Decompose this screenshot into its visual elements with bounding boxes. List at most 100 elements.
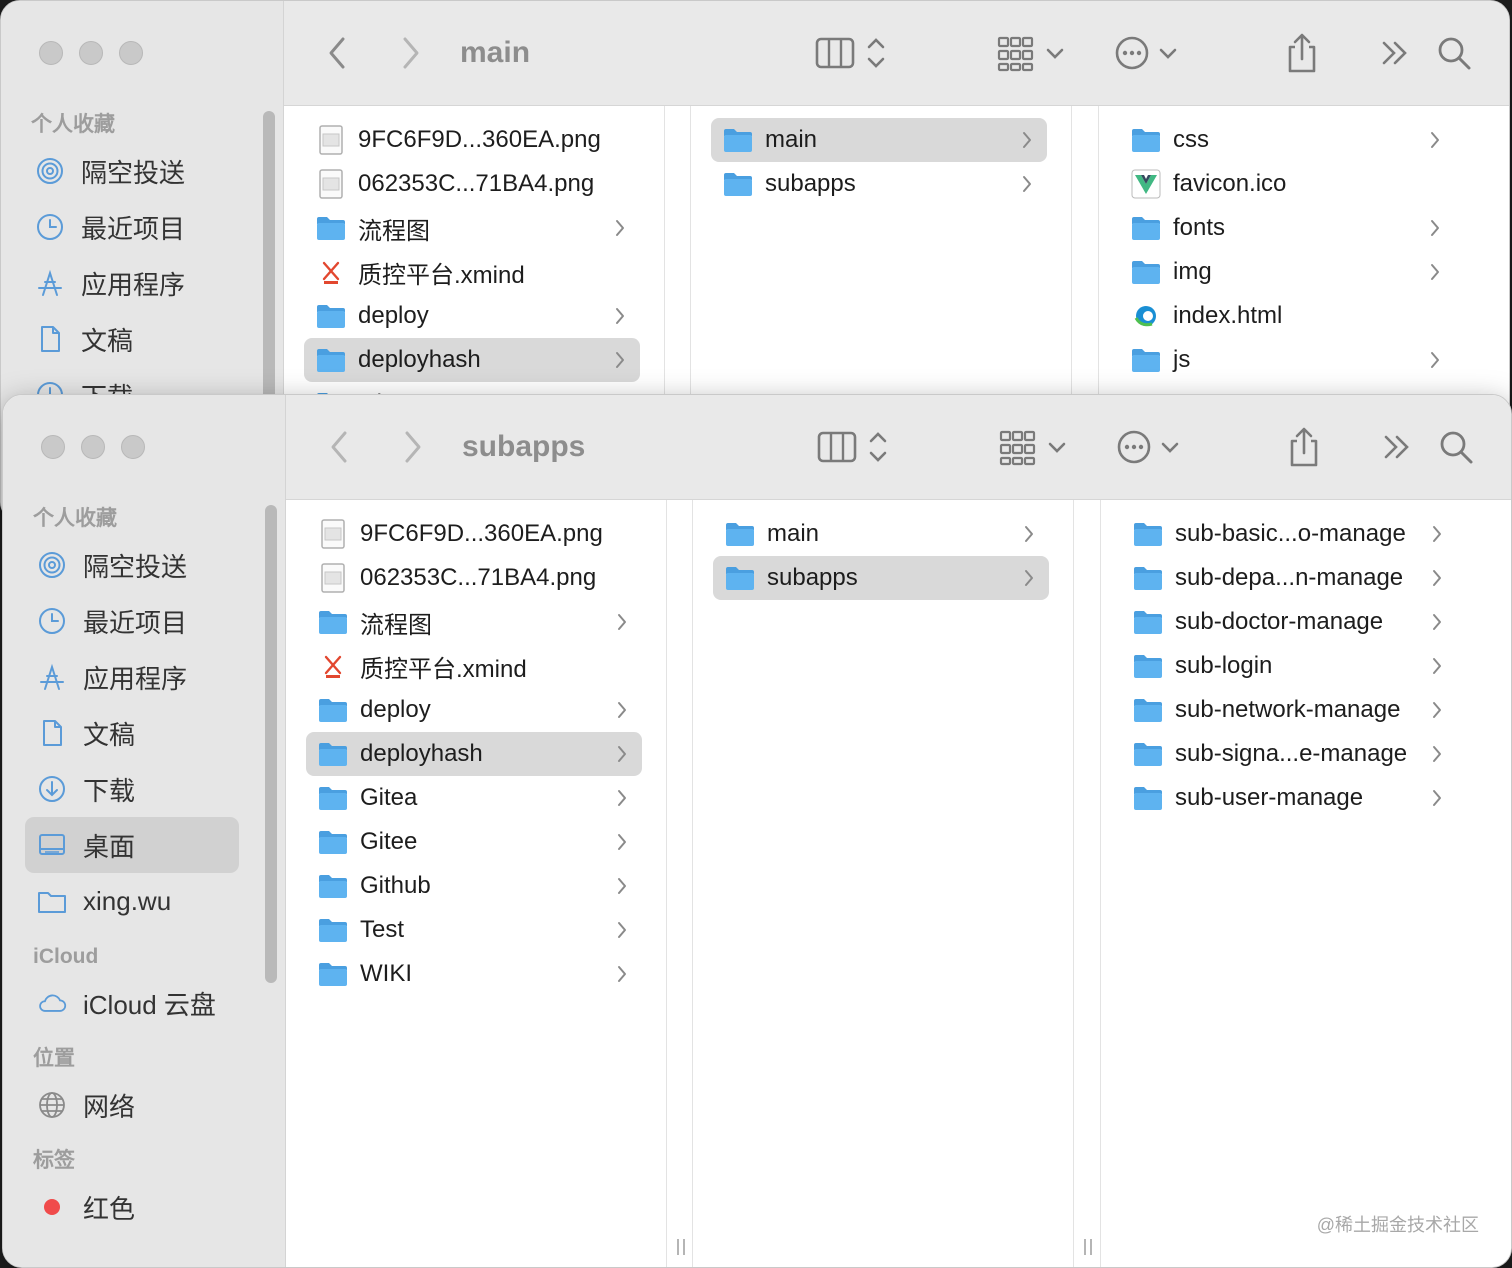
folder-icon (1133, 519, 1163, 549)
window-title: subapps (462, 430, 586, 463)
file-row[interactable]: sub-depa...n-manage (1121, 556, 1457, 600)
applications-icon (37, 662, 67, 692)
file-row[interactable]: deploy (304, 294, 640, 338)
group-button[interactable] (996, 31, 1068, 75)
back-button[interactable] (328, 425, 352, 469)
file-row[interactable]: Gitee (306, 820, 642, 864)
chevron-right-icon (1433, 790, 1441, 806)
file-row[interactable]: subapps (711, 162, 1047, 206)
sidebar-item-label: 红色 (83, 1193, 136, 1224)
forward-button[interactable] (398, 31, 422, 75)
close-button[interactable] (39, 41, 63, 65)
file-row[interactable]: css (1119, 118, 1455, 162)
sidebar-item[interactable]: 桌面 (25, 817, 239, 873)
file-name: Gitee (360, 828, 418, 855)
file-row[interactable]: 质控平台.xmind (304, 250, 640, 294)
search-button[interactable] (1438, 425, 1474, 469)
sidebar-item[interactable]: 隔空投送 (25, 537, 239, 593)
share-button[interactable] (1286, 425, 1322, 469)
file-row[interactable]: 质控平台.xmind (306, 644, 642, 688)
sidebar-item[interactable]: 应用程序 (23, 255, 237, 311)
file-row[interactable]: sub-signa...e-manage (1121, 732, 1457, 776)
desktop-icon (37, 830, 67, 860)
file-row[interactable]: js (1119, 338, 1455, 382)
file-row[interactable]: 流程图 (304, 206, 640, 250)
file-row[interactable]: WIKI (306, 952, 642, 996)
action-menu-button[interactable] (1114, 31, 1180, 75)
sidebar-item-label: iCloud 云盘 (83, 989, 216, 1020)
sidebar-item[interactable]: 文稿 (23, 311, 237, 367)
zoom-button[interactable] (121, 435, 145, 459)
file-name: main (767, 520, 820, 547)
chevron-right-icon (618, 702, 626, 718)
sidebar-item[interactable]: 最近项目 (23, 199, 237, 255)
view-mode-button[interactable] (816, 425, 894, 469)
file-row[interactable]: 062353C...71BA4.png (306, 556, 642, 600)
column-1: 9FC6F9D...360EA.png 062353C...71BA4.png 流程… (286, 500, 685, 1267)
toolbar-overflow-button[interactable] (1380, 31, 1410, 75)
chevron-right-icon (1023, 132, 1031, 148)
close-button[interactable] (41, 435, 65, 459)
sidebar-item[interactable]: 应用程序 (25, 649, 239, 705)
sidebar-item-label: 文稿 (81, 325, 134, 356)
file-name: sub-user-manage (1175, 784, 1364, 811)
view-mode-button[interactable] (814, 31, 892, 75)
file-row[interactable]: index.html (1119, 294, 1455, 338)
folder-icon (316, 345, 346, 375)
file-row[interactable]: 9FC6F9D...360EA.png (306, 512, 642, 556)
folder-icon (725, 563, 755, 593)
file-row[interactable]: Gitea (306, 776, 642, 820)
file-row[interactable]: main (711, 118, 1047, 162)
file-row[interactable]: sub-login (1121, 644, 1457, 688)
file-row[interactable]: subapps (713, 556, 1049, 600)
sidebar-scrollbar[interactable] (263, 111, 275, 401)
sidebar-item-label: 桌面 (83, 831, 136, 862)
file-row[interactable]: sub-doctor-manage (1121, 600, 1457, 644)
file-row[interactable]: favicon.ico (1119, 162, 1455, 206)
file-row[interactable]: 9FC6F9D...360EA.png (304, 118, 640, 162)
search-button[interactable] (1436, 31, 1472, 75)
file-row[interactable]: 062353C...71BA4.png (304, 162, 640, 206)
minimize-button[interactable] (81, 435, 105, 459)
share-button[interactable] (1284, 31, 1320, 75)
folder-icon (318, 871, 348, 901)
sidebar-item[interactable]: 最近项目 (25, 593, 239, 649)
file-row[interactable]: deployhash (304, 338, 640, 382)
toolbar-overflow-button[interactable] (1382, 425, 1412, 469)
file-name: deployhash (358, 346, 481, 373)
sidebar-item[interactable]: 文稿 (25, 705, 239, 761)
minimize-button[interactable] (79, 41, 103, 65)
image-file-icon (318, 563, 348, 593)
column-resize-handle[interactable] (675, 1239, 687, 1255)
file-row[interactable]: 流程图 (306, 600, 642, 644)
chevron-right-icon (616, 220, 624, 236)
sidebar-item[interactable]: iCloud 云盘 (25, 975, 239, 1031)
file-row[interactable]: deploy (306, 688, 642, 732)
chevron-right-icon (1433, 570, 1441, 586)
sidebar-item[interactable]: 隔空投送 (23, 143, 237, 199)
sidebar-item[interactable]: 红色 (25, 1179, 239, 1235)
watermark: @稀土掘金技术社区 (1316, 1215, 1479, 1235)
file-row[interactable]: main (713, 512, 1049, 556)
sidebar-item[interactable]: 网络 (25, 1077, 239, 1133)
group-button[interactable] (998, 425, 1070, 469)
file-row[interactable]: fonts (1119, 206, 1455, 250)
file-row[interactable]: sub-user-manage (1121, 776, 1457, 820)
file-row[interactable]: sub-network-manage (1121, 688, 1457, 732)
sidebar-section-header: 个人收藏 (31, 113, 115, 136)
action-menu-button[interactable] (1116, 425, 1182, 469)
file-row[interactable]: sub-basic...o-manage (1121, 512, 1457, 556)
sidebar-scrollbar[interactable] (265, 505, 277, 983)
file-row[interactable]: Test (306, 908, 642, 952)
sidebar-item-label: xing.wu (83, 885, 172, 916)
forward-button[interactable] (400, 425, 424, 469)
file-row[interactable]: Github (306, 864, 642, 908)
column-resize-handle[interactable] (1082, 1239, 1094, 1255)
file-row[interactable]: img (1119, 250, 1455, 294)
zoom-button[interactable] (119, 41, 143, 65)
sidebar-item[interactable]: xing.wu (25, 873, 239, 929)
back-button[interactable] (326, 31, 350, 75)
folder-icon (318, 915, 348, 945)
sidebar-item[interactable]: 下载 (25, 761, 239, 817)
file-row[interactable]: deployhash (306, 732, 642, 776)
